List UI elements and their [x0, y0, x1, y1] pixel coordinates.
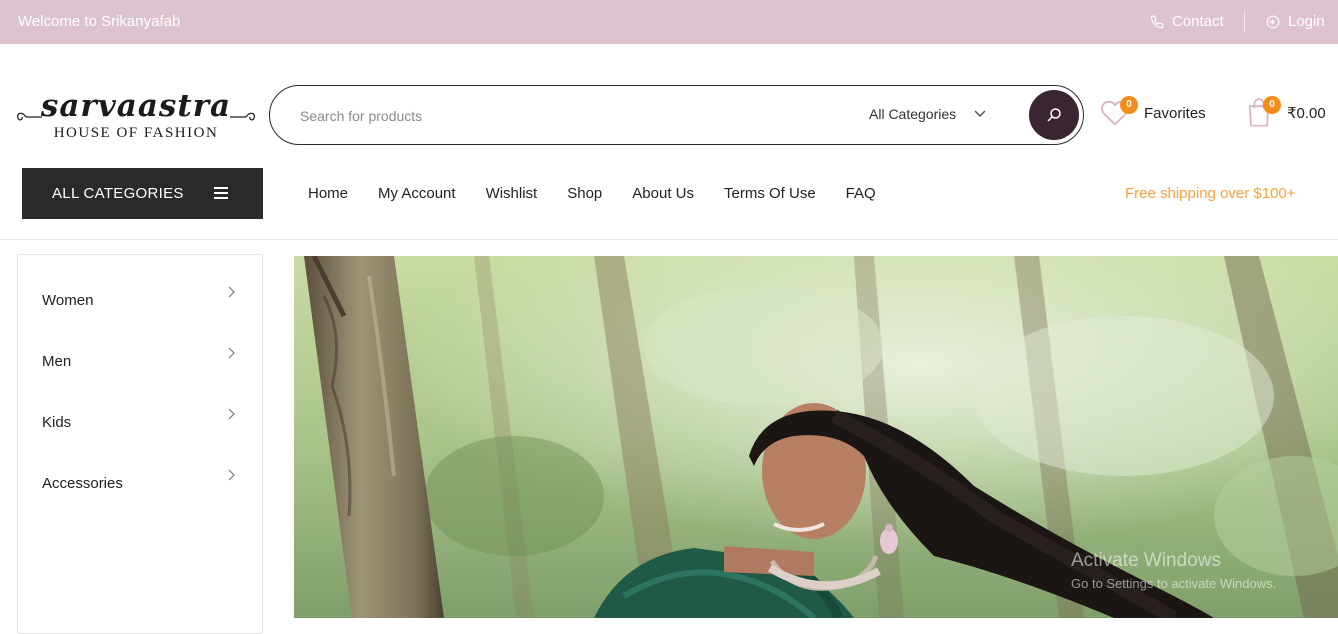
nav-shop[interactable]: Shop — [567, 185, 602, 202]
sidebar-item-label: Men — [42, 353, 72, 370]
header-divider — [0, 239, 1338, 240]
sidebar-item-men[interactable]: Men — [42, 347, 242, 377]
nav-home[interactable]: Home — [308, 185, 348, 202]
menu-icon — [214, 187, 228, 199]
watermark-title: Activate Windows — [1071, 550, 1221, 571]
nav-about-us[interactable]: About Us — [632, 185, 694, 202]
welcome-text: Welcome to Srikanyafab — [18, 13, 181, 30]
phone-icon — [1150, 15, 1164, 28]
favorites-link[interactable]: 0 Favorites — [1100, 96, 1206, 128]
nav-wishlist[interactable]: Wishlist — [486, 185, 538, 202]
chevron-right-icon — [228, 469, 235, 481]
contact-label: Contact — [1172, 13, 1224, 30]
sidebar-categories: Women Men Kids Accessories — [17, 254, 263, 634]
sidebar-item-label: Accessories — [42, 475, 123, 492]
search-button[interactable] — [1029, 90, 1079, 140]
favorites-label: Favorites — [1144, 104, 1206, 122]
cart-total: ₹0.00 — [1287, 105, 1326, 122]
windows-activation-watermark: Activate Windows Go to Settings to activ… — [1071, 550, 1276, 591]
sidebar-item-label: Kids — [42, 414, 72, 431]
watermark-subtitle: Go to Settings to activate Windows. — [1071, 576, 1277, 591]
logo-tagline: HOUSE OF FASHION — [53, 125, 219, 141]
contact-link[interactable]: Contact — [1150, 13, 1224, 30]
nav-faq[interactable]: FAQ — [846, 185, 876, 202]
sidebar-item-label: Women — [42, 292, 94, 309]
topbar-divider — [1244, 11, 1245, 33]
nav-my-account[interactable]: My Account — [378, 185, 456, 202]
nav-terms-of-use[interactable]: Terms Of Use — [724, 185, 816, 202]
search-icon — [1047, 108, 1061, 122]
category-select-value: All Categories — [869, 106, 957, 122]
logo-wordmark: sarvaastra — [40, 88, 232, 124]
chevron-right-icon — [228, 347, 235, 359]
search-input[interactable] — [300, 105, 800, 127]
favorites-icon-wrap: 0 — [1100, 96, 1138, 128]
chevron-down-icon — [974, 110, 986, 118]
login-link[interactable]: Login — [1266, 13, 1325, 30]
login-label: Login — [1288, 13, 1325, 30]
cart-icon-wrap: 0 — [1245, 96, 1281, 128]
chevron-right-icon — [228, 286, 235, 298]
chevron-right-icon — [228, 408, 235, 420]
cart-count-badge: 0 — [1263, 96, 1281, 114]
shipping-note: Free shipping over $100+ — [1125, 185, 1296, 202]
login-icon — [1266, 15, 1280, 28]
all-categories-button[interactable]: ALL CATEGORIES — [22, 168, 263, 219]
all-categories-label: ALL CATEGORIES — [52, 185, 184, 202]
logo-swirl-right-icon — [230, 112, 256, 121]
main-nav: Home My Account Wishlist Shop About Us T… — [308, 185, 876, 202]
site-logo[interactable]: sarvaastra HOUSE OF FASHION — [16, 88, 256, 146]
sidebar-item-women[interactable]: Women — [42, 286, 242, 316]
sidebar-item-accessories[interactable]: Accessories — [42, 469, 242, 499]
sidebar-item-kids[interactable]: Kids — [42, 408, 242, 438]
favorites-count-badge: 0 — [1120, 96, 1138, 114]
category-select[interactable]: All Categories — [869, 106, 986, 122]
search-bar: All Categories — [269, 85, 1084, 145]
top-bar: Welcome to Srikanyafab Contact Login — [0, 0, 1338, 44]
cart-link[interactable]: 0 ₹0.00 — [1245, 96, 1326, 128]
